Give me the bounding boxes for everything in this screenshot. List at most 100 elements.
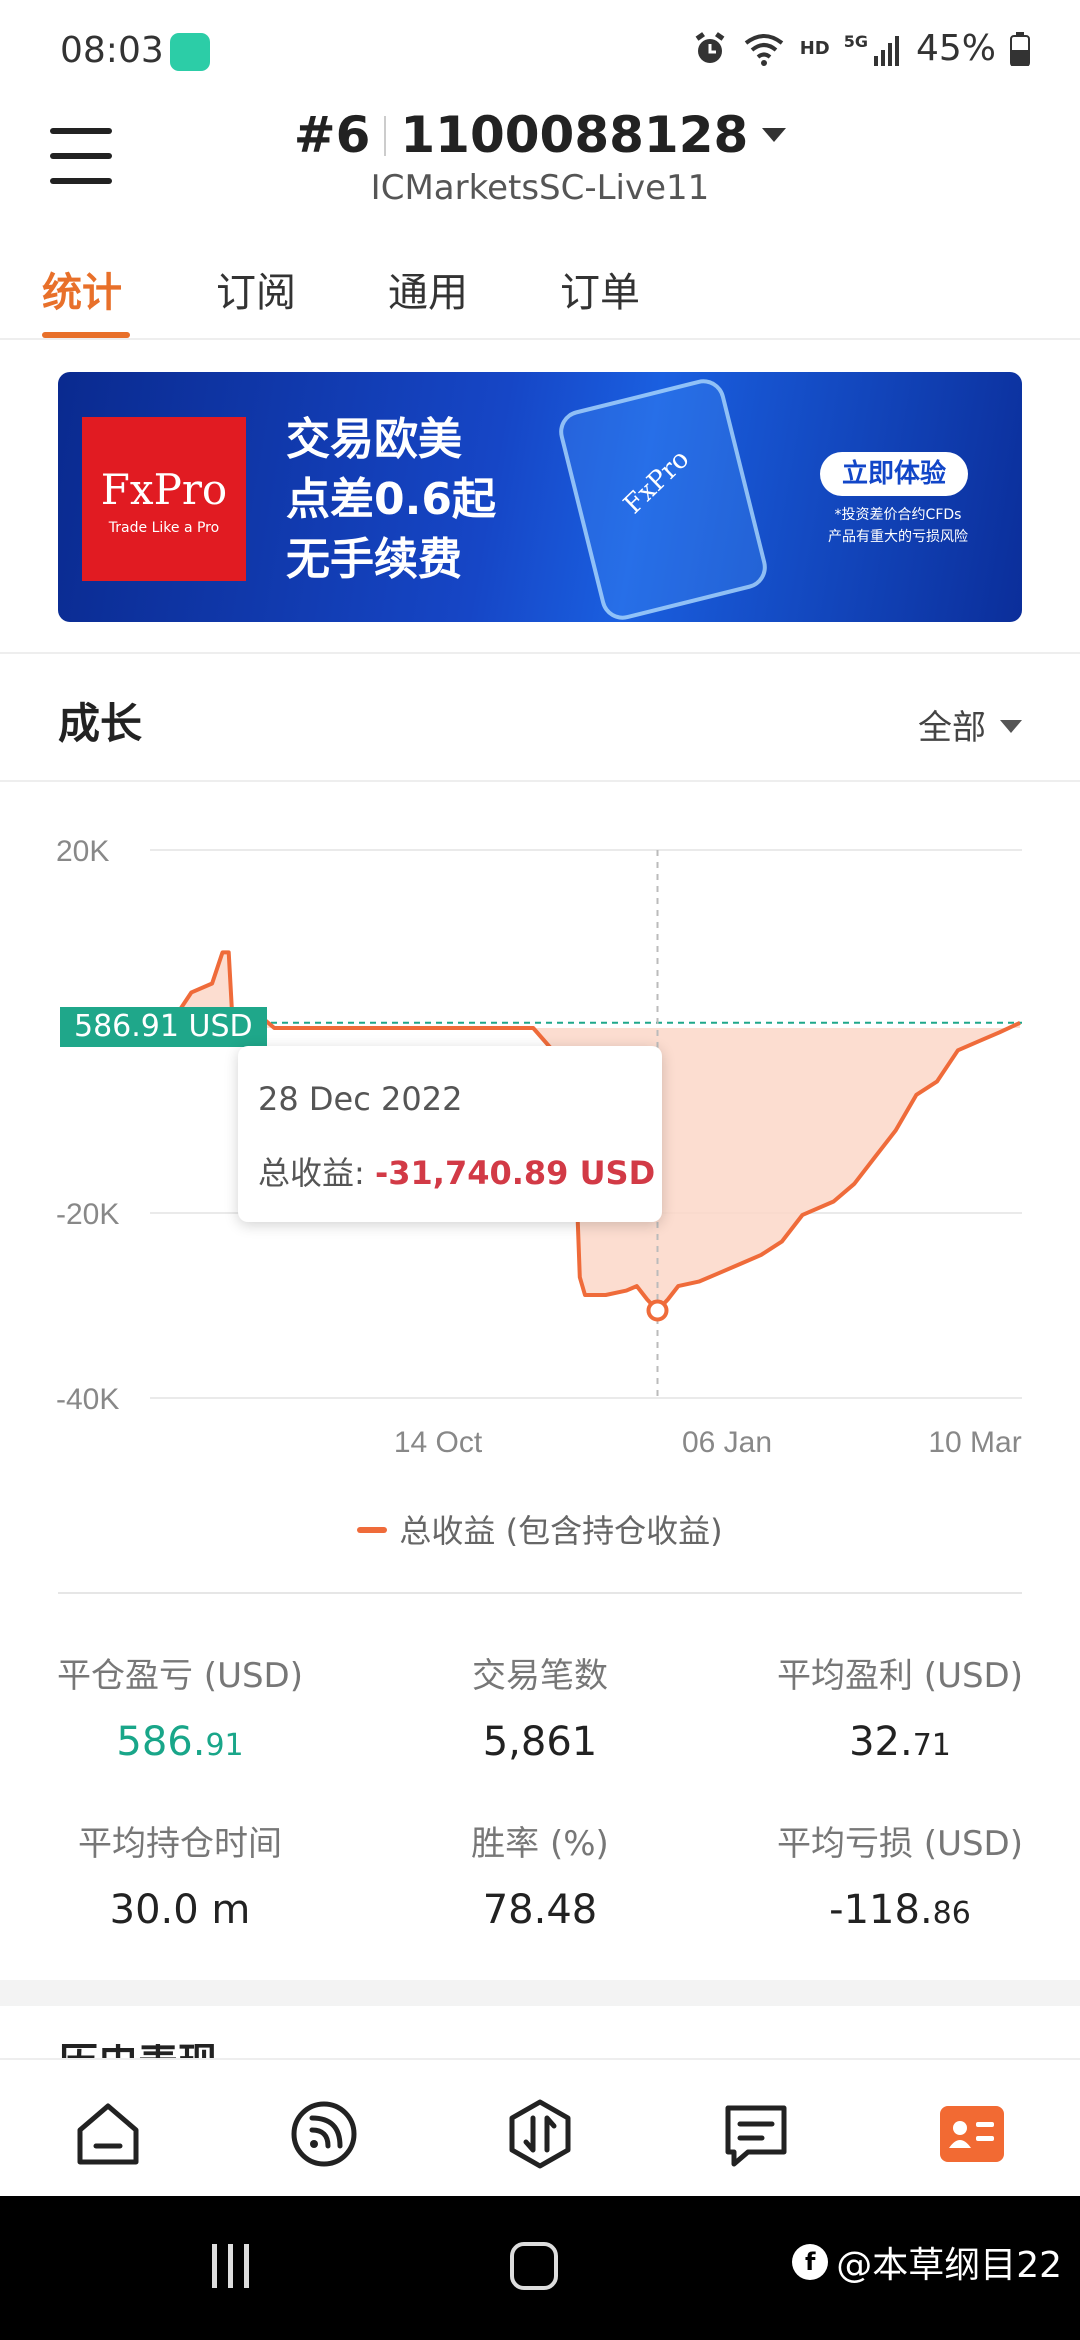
app-header: #6 1100088128 ICMarketsSC-Live11 [0,100,1080,230]
nav-signals[interactable] [286,2096,362,2172]
next-section-peek: 历史表现 [58,2044,228,2058]
chart-tooltip: 28 Dec 2022 总收益: -31,740.89 USD [238,1046,662,1222]
divider [0,652,1080,654]
home-icon [77,2103,139,2165]
divider [58,1592,1022,1594]
server-name: ICMarketsSC-Live11 [370,168,710,208]
phone-brand-label: FxPro [618,444,696,520]
nav-orders[interactable] [718,2096,794,2172]
stat-avg-loss: 平均亏损 (USD) -118.86 [720,1816,1080,1933]
current-value-badge: 586.91 USD [60,1007,267,1047]
stat-win-rate: 胜率 (%) 78.48 [360,1816,720,1933]
ad-banner[interactable]: FxPro Trade Like a Pro 交易欧美 点差0.6起 无手续费 … [58,372,1022,622]
banner-headline: 交易欧美 点差0.6起 无手续费 [286,410,496,590]
watermark-text: @本草纲目22 [836,2245,1062,2286]
stat-trade-count: 交易笔数 5,861 [360,1648,720,1765]
stat-value: -118.86 [720,1887,1080,1933]
stat-value: 32.71 [720,1719,1080,1765]
banner-line-2: 点差0.6起 [286,474,496,525]
stat-value-int: 30.0 m [109,1887,251,1933]
stat-value-int: -118. [829,1887,933,1933]
divider [0,780,1080,782]
account-card-icon [940,2106,1004,2162]
stat-label: 胜率 (%) [471,1824,609,1864]
stat-value-int: 5,861 [482,1719,598,1765]
tab-general[interactable]: 通用 [388,260,468,318]
chevron-down-icon [762,128,787,142]
stat-value-int: 78.48 [482,1887,598,1933]
tab-orders[interactable]: 订单 [560,260,640,318]
stat-label: 平均持仓时间 [78,1824,282,1864]
tab-subscribe[interactable]: 订阅 [216,260,296,318]
growth-title: 成长 [58,699,143,748]
risk-disclaimer: *投资差价合约CFDs 产品有重大的亏损风险 [810,504,986,548]
tab-bar: 统计 订阅 通用 订单 [0,250,1080,340]
legend-label: 总收益 (包含持仓收益) [399,1512,723,1550]
battery-icon [1010,31,1030,66]
stat-label: 平仓盈亏 (USD) [57,1656,303,1696]
recent-apps-icon[interactable] [210,2244,254,2288]
stat-value-int: 32. [849,1719,913,1765]
signal-feed-icon [291,2101,357,2167]
account-selector[interactable]: #6 1100088128 [0,106,1080,164]
legend-swatch [357,1527,388,1533]
alarm-icon [695,31,725,63]
stat-label: 交易笔数 [472,1656,608,1696]
stat-avg-hold-time: 平均持仓时间 30.0 m [0,1816,360,1933]
stat-label: 平均盈利 (USD) [777,1656,1023,1696]
system-nav-bar: f @本草纲目22 [0,2196,1080,2340]
period-filter-dropdown[interactable]: 全部 [918,700,1022,749]
stat-value-dec: 86 [932,1896,971,1931]
watermark: f @本草纲目22 [792,2236,1062,2288]
y-tick-label: -20K [56,1198,119,1231]
stat-value: 586.91 [0,1719,360,1765]
banner-line-1: 交易欧美 [286,414,462,465]
banner-line-3: 无手续费 [286,534,462,585]
active-tab-indicator [42,332,130,338]
x-tick-label: 14 Oct [394,1426,483,1459]
logo-brand: FxPro [100,465,228,514]
status-icons: HD 5G 45% [692,28,1030,69]
title-divider [384,116,387,156]
next-section-title: 历史表现 [58,2044,228,2058]
nav-account[interactable] [934,2096,1010,2172]
battery-percent: 45% [915,28,996,69]
stat-label: 平均亏损 (USD) [777,1824,1023,1864]
stat-value: 78.48 [360,1887,720,1933]
stat-value-dec: 91 [205,1728,244,1763]
tooltip-row: 总收益: -31,740.89 USD [258,1148,655,1194]
account-number: #6 [293,106,371,164]
wifi-icon [744,33,783,66]
stat-avg-profit: 平均盈利 (USD) 32.71 [720,1648,1080,1765]
stat-value: 5,861 [360,1719,720,1765]
nav-trade[interactable] [502,2096,578,2172]
tooltip-value: -31,740.89 USD [374,1154,656,1192]
stats-grid: 平仓盈亏 (USD) 586.91 交易笔数 5,861 平均盈利 (USD) … [0,1600,1080,1980]
tab-statistics[interactable]: 统计 [42,260,122,318]
fxpro-logo: FxPro Trade Like a Pro [82,417,246,581]
notification-app-icon [170,33,210,71]
trade-icon [509,2099,571,2169]
chart-legend[interactable]: 总收益 (包含持仓收益) [0,1506,1080,1552]
cell-signal-icon [873,35,899,66]
home-button-icon[interactable] [510,2242,558,2290]
stat-value-int: 586. [116,1719,206,1765]
nav-home[interactable] [70,2096,146,2172]
account-id: 1100088128 [400,106,749,164]
y-tick-label: -40K [56,1383,119,1416]
stat-value: 30.0 m [0,1887,360,1933]
risk-note-line-2: 产品有重大的亏损风险 [828,529,968,545]
stat-value-dec: 71 [912,1728,951,1763]
chevron-down-icon [1000,720,1022,733]
bottom-nav [0,2058,1080,2196]
try-now-button[interactable]: 立即体验 [820,452,968,496]
orders-icon [725,2105,787,2167]
logo-slogan: Trade Like a Pro [108,520,220,536]
x-tick-label: 10 Mar [928,1426,1021,1459]
network-type-label: HD [799,38,830,59]
tooltip-label: 总收益: [258,1154,365,1192]
section-gap [0,1980,1080,2006]
status-bar: 08:03 HD 5G 45% [0,0,1080,100]
tooltip-date: 28 Dec 2022 [258,1080,463,1118]
status-time: 08:03 [60,30,164,71]
